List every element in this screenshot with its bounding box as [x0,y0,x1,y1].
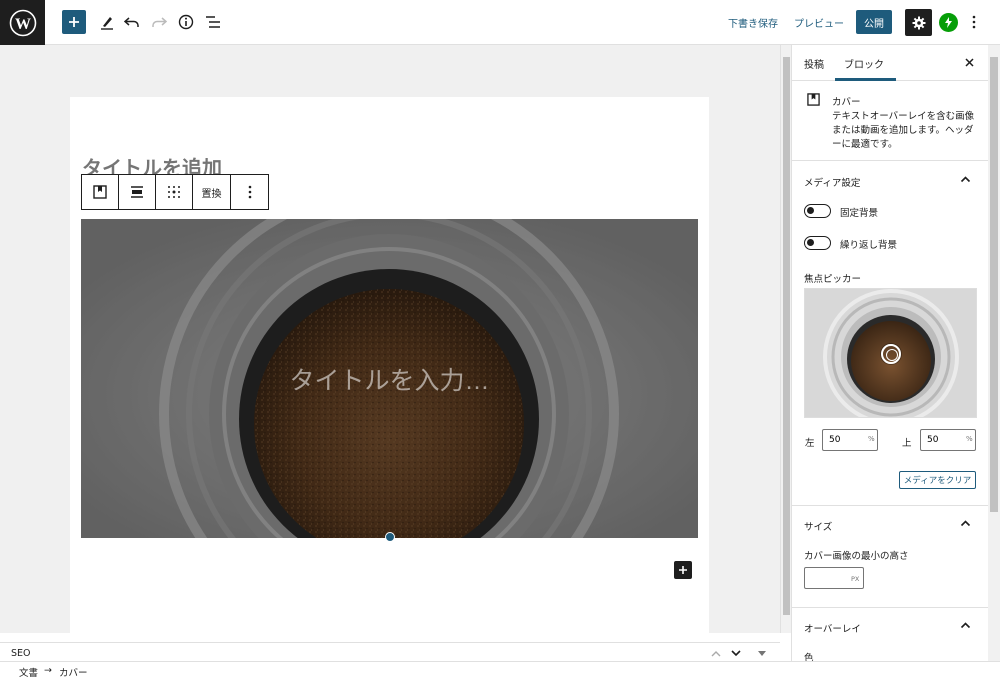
breadcrumb-document[interactable]: 文書 [19,665,38,679]
cover-resize-handle[interactable] [385,532,395,542]
redo-icon [152,17,167,27]
focal-top-label: 上 [902,438,912,449]
options-button[interactable] [966,12,982,32]
chevron-up-icon [960,520,971,527]
position-grid-icon [168,186,180,198]
plus-icon [69,17,79,27]
jetpack-button[interactable] [939,13,958,32]
settings-button[interactable] [905,9,932,36]
canvas-scroll-thumb[interactable] [783,57,790,615]
panel-divider [792,505,988,506]
more-vertical-icon [248,185,251,199]
repeat-background-row: 繰り返し背景 [804,235,984,251]
save-draft-button[interactable]: 下書き保存 [728,15,778,30]
focal-point-handle[interactable] [881,344,901,364]
cover-title-input[interactable]: タイトルを入力… [81,219,698,538]
list-view-icon [206,16,220,28]
caret-down-icon [758,650,766,656]
seo-label: SEO [11,648,31,659]
breadcrumb-cover[interactable]: カバー [59,665,88,679]
publish-button[interactable]: 公開 [856,10,892,34]
size-panel-toggle[interactable]: サイズ [792,510,988,540]
block-card-description: テキストオーバーレイを含む画像または動画を追加します。ヘッダーに最適です。 [832,111,975,150]
cover-block[interactable]: タイトルを入力… [81,219,698,538]
editor-canvas: タイトルを追加 置換 タイトルを入力… [0,45,780,637]
sidebar-scrollbar[interactable] [988,45,1000,661]
chevron-down-icon [731,649,741,656]
preview-button[interactable]: プレビュー [794,15,844,30]
focal-left-unit: % [868,435,875,443]
panel-divider [792,607,988,608]
size-panel-title: サイズ [804,522,833,533]
focal-left-label: 左 [805,438,815,449]
block-type-button[interactable] [82,175,119,209]
overlay-panel-toggle[interactable]: オーバーレイ [792,612,988,642]
svg-text:W: W [15,16,31,33]
details-button[interactable] [174,10,198,34]
plus-icon [679,566,687,574]
repeat-background-label: 繰り返し背景 [840,240,898,251]
editor-app: W 下書き保存 プレビュー 公開 タイトルを追加 置換 タイトルを入力… 投稿 … [0,0,1000,679]
collapse-seo-button[interactable] [755,646,769,660]
top-toolbar: W 下書き保存 プレビュー 公開 [0,0,1000,45]
seo-panel-bar[interactable]: SEO [0,642,780,662]
gear-icon [912,16,925,29]
pencil-icon [101,17,113,30]
overlay-color-label: 色 [804,653,814,661]
fixed-background-row: 固定背景 [804,203,984,219]
chevron-up-icon [960,622,971,629]
min-height-label: カバー画像の最小の高さ [804,551,909,562]
jetpack-bolt-icon [945,17,952,28]
focal-point-picker[interactable] [804,288,977,418]
block-inserter-button[interactable] [674,561,692,579]
redo-button[interactable] [147,10,171,34]
undo-button[interactable] [120,10,144,34]
wordpress-logo[interactable]: W [0,0,45,45]
outline-button[interactable] [201,10,225,34]
tab-post[interactable]: 投稿 [804,56,824,71]
chevron-up-icon [711,650,721,656]
media-settings-panel-toggle[interactable]: メディア設定 [792,166,988,196]
tab-block[interactable]: ブロック [844,56,884,71]
align-button[interactable] [119,175,156,209]
close-icon [964,57,974,67]
content-position-button[interactable] [156,175,193,209]
settings-sidebar: 投稿 ブロック カバー テキストオーバーレイを含む画像または動画を追加します。ヘ… [791,45,988,661]
tools-button[interactable] [95,10,119,34]
cover-block-icon [93,185,107,199]
fixed-background-label: 固定背景 [840,208,879,219]
focal-point-label: 焦点ピッカー [804,274,862,285]
undo-icon [124,17,139,27]
overlay-panel-title: オーバーレイ [804,624,861,635]
cover-block-icon [807,93,820,106]
focal-top-unit: % [966,435,973,443]
clear-media-button[interactable]: メディアをクリア [899,471,976,489]
sidebar-scroll-thumb[interactable] [990,57,998,512]
block-card-title: カバー [832,97,861,108]
fixed-background-toggle[interactable] [804,204,831,218]
wordpress-icon: W [9,9,36,36]
more-vertical-icon [972,15,976,29]
replace-button[interactable]: 置換 [193,175,231,209]
chevron-up-icon [960,176,971,183]
breadcrumb-separator: → [44,665,52,676]
add-block-button[interactable] [62,10,86,34]
block-breadcrumb: 文書 → カバー [0,661,1000,679]
editor-page: タイトルを追加 置換 タイトルを入力… [70,97,709,637]
move-down-button[interactable] [729,646,743,660]
media-settings-title: メディア設定 [804,178,861,189]
repeat-background-toggle[interactable] [804,236,831,250]
min-height-unit: PX [851,575,860,583]
sidebar-tabs: 投稿 ブロック [792,45,988,81]
move-up-button[interactable] [709,646,723,660]
block-card: カバー テキストオーバーレイを含む画像または動画を追加します。ヘッダーに最適です… [792,81,988,161]
info-icon [178,14,194,30]
block-toolbar: 置換 [81,174,269,210]
block-more-button[interactable] [231,175,268,209]
align-wide-icon [131,186,143,198]
close-sidebar-button[interactable] [960,53,978,71]
canvas-scrollbar[interactable] [780,45,791,633]
